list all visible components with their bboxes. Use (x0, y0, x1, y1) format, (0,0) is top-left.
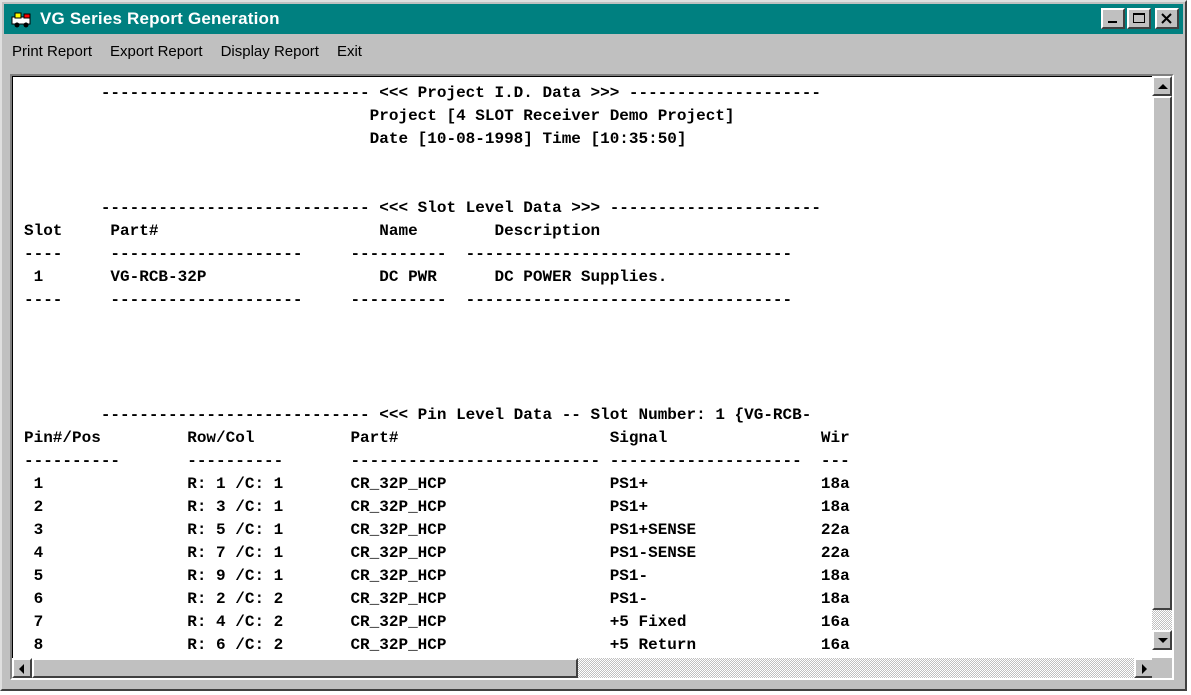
menu-print-report[interactable]: Print Report (4, 43, 101, 60)
window-title: VG Series Report Generation (40, 9, 280, 28)
report-line (24, 358, 1150, 381)
minimize-icon[interactable] (1101, 8, 1125, 29)
report-line (24, 312, 1150, 335)
report-line: ---------------------------- <<< Slot Le… (24, 199, 821, 217)
report-line (24, 335, 1150, 358)
report-line: ---- -------------------- ---------- ---… (24, 291, 793, 309)
menu-display-report[interactable]: Display Report (212, 43, 328, 60)
report-line: Project [4 SLOT Receiver Demo Project] (24, 107, 735, 125)
scroll-left-button[interactable] (12, 658, 32, 678)
close-icon[interactable] (1155, 8, 1179, 29)
scrollbar-corner (1152, 658, 1172, 678)
report-line: 3 R: 5 /C: 1 CR_32P_HCP PS1+SENSE 22a (24, 521, 850, 539)
report-line: ---------- ---------- ------------------… (24, 452, 850, 470)
report-line (24, 174, 1150, 197)
horizontal-scrollbar[interactable] (12, 658, 1154, 678)
report-line: 5 R: 9 /C: 1 CR_32P_HCP PS1- 18a (24, 567, 850, 585)
report-line: Date [10-08-1998] Time [10:35:50] (24, 130, 687, 148)
report-line: 4 R: 7 /C: 1 CR_32P_HCP PS1-SENSE 22a (24, 544, 850, 562)
report-text: ---------------------------- <<< Project… (24, 82, 1150, 654)
vertical-scrollbar[interactable] (1152, 76, 1172, 650)
vertical-scroll-thumb[interactable] (1152, 96, 1172, 610)
app-icon[interactable] (10, 8, 34, 30)
report-line: 1 VG-RCB-32P DC PWR DC POWER Supplies. (24, 268, 668, 286)
scroll-right-button[interactable] (1134, 658, 1154, 678)
report-line: Slot Part# Name Description (24, 222, 601, 240)
menu-export-report[interactable]: Export Report (101, 43, 212, 60)
maximize-icon[interactable] (1127, 8, 1151, 29)
report-line: Pin#/Pos Row/Col Part# Signal Wir (24, 429, 850, 447)
report-line (24, 381, 1150, 404)
report-line: 6 R: 2 /C: 2 CR_32P_HCP PS1- 18a (24, 590, 850, 608)
report-window: VG Series Report Generation Print Report… (0, 0, 1187, 691)
report-line (24, 151, 1150, 174)
menu-bar: Print Report Export Report Display Repor… (4, 36, 1183, 66)
report-line: ---------------------------- <<< Pin Lev… (24, 406, 812, 424)
report-view[interactable]: ---------------------------- <<< Project… (10, 74, 1174, 680)
title-bar[interactable]: VG Series Report Generation (4, 4, 1183, 34)
report-line: 7 R: 4 /C: 2 CR_32P_HCP +5 Fixed 16a (24, 613, 850, 631)
report-line: 1 R: 1 /C: 1 CR_32P_HCP PS1+ 18a (24, 475, 850, 493)
scroll-up-button[interactable] (1152, 76, 1172, 96)
report-line: 8 R: 6 /C: 2 CR_32P_HCP +5 Return 16a (24, 636, 850, 654)
horizontal-scroll-thumb[interactable] (32, 658, 578, 678)
report-line: ---------------------------- <<< Project… (24, 84, 821, 102)
scroll-down-button[interactable] (1152, 630, 1172, 650)
report-line: ---- -------------------- ---------- ---… (24, 245, 793, 263)
menu-exit[interactable]: Exit (328, 43, 371, 60)
report-line: 2 R: 3 /C: 1 CR_32P_HCP PS1+ 18a (24, 498, 850, 516)
